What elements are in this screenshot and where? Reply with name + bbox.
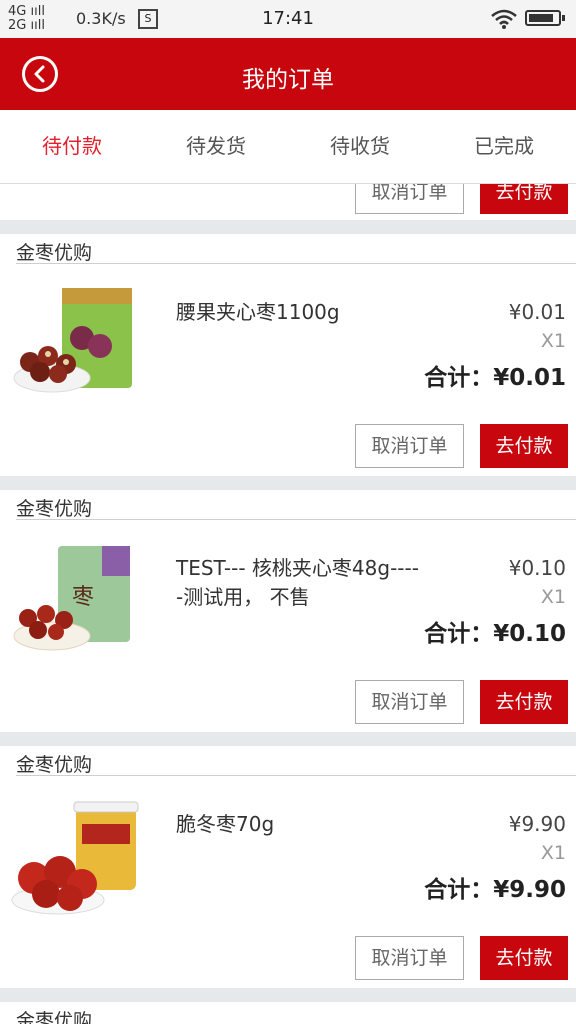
svg-text:枣: 枣 — [72, 585, 94, 610]
product-name[interactable]: 腰果夹心枣1100g — [176, 298, 426, 327]
product-quantity: X1 — [540, 842, 566, 864]
cancel-order-button[interactable]: 取消订单 — [355, 680, 464, 724]
order-total: 合计：¥0.10 — [424, 621, 566, 647]
product-price: ¥0.10 — [508, 556, 566, 580]
product-quantity: X1 — [540, 330, 566, 352]
product-name[interactable]: 脆冬枣70g — [176, 810, 426, 839]
store-name: 金枣优购 — [16, 1010, 93, 1024]
order-total: 合计：¥0.01 — [424, 365, 566, 391]
cancel-order-button[interactable]: 取消订单 — [355, 184, 464, 214]
wifi-icon — [490, 8, 518, 34]
pay-button[interactable]: 去付款 — [480, 184, 568, 214]
product-price: ¥0.01 — [508, 300, 566, 324]
product-quantity: X1 — [540, 586, 566, 608]
order-card-partial: 金枣优购 — [0, 1002, 576, 1024]
product-image[interactable]: 枣 — [8, 532, 146, 672]
cancel-order-button[interactable]: 取消订单 — [355, 424, 464, 468]
order-card: 金枣优购 脆冬枣70g ¥9.90 X1 合计：¥9.90 取消订单 去付款 — [0, 746, 576, 988]
order-total: 合计：¥9.90 — [424, 877, 566, 903]
tab-pending-receipt[interactable]: 待收货 — [288, 110, 432, 183]
app-header: 我的订单 — [0, 38, 576, 110]
order-list[interactable]: 取消订单 去付款 金枣优购 腰果夹心枣1100g ¥0.01 X1 合计：¥0.… — [0, 184, 576, 1024]
tab-pending-payment[interactable]: 待付款 — [0, 110, 144, 183]
divider — [16, 519, 576, 520]
divider — [16, 263, 576, 264]
tab-pending-shipment[interactable]: 待发货 — [144, 110, 288, 183]
page-title: 我的订单 — [242, 67, 334, 93]
tab-completed[interactable]: 已完成 — [432, 110, 576, 183]
pay-button[interactable]: 去付款 — [480, 680, 568, 724]
cancel-order-button[interactable]: 取消订单 — [355, 936, 464, 980]
order-card-partial: 取消订单 去付款 — [0, 184, 576, 220]
order-card: 金枣优购 腰果夹心枣1100g ¥0.01 X1 合计：¥0.01 取消订单 去… — [0, 234, 576, 476]
order-card: 金枣优购 枣 TEST--- 核桃夹心枣48g-----测试用， 不售 ¥0.1… — [0, 490, 576, 732]
pay-button[interactable]: 去付款 — [480, 936, 568, 980]
product-image[interactable] — [8, 788, 146, 928]
battery-icon — [525, 10, 565, 26]
pay-button[interactable]: 去付款 — [480, 424, 568, 468]
store-name: 金枣优购 — [16, 754, 93, 776]
battery-level — [529, 14, 553, 22]
product-image[interactable] — [8, 276, 146, 416]
store-name: 金枣优购 — [16, 498, 93, 520]
status-bar: 4G ııll 2G ııll 0.3K/s S 17:41 — [0, 0, 576, 38]
order-status-tabs: 待付款 待发货 待收货 已完成 — [0, 110, 576, 184]
divider — [16, 775, 576, 776]
store-name: 金枣优购 — [16, 242, 93, 264]
product-price: ¥9.90 — [508, 812, 566, 836]
product-name[interactable]: TEST--- 核桃夹心枣48g-----测试用， 不售 — [176, 554, 426, 612]
